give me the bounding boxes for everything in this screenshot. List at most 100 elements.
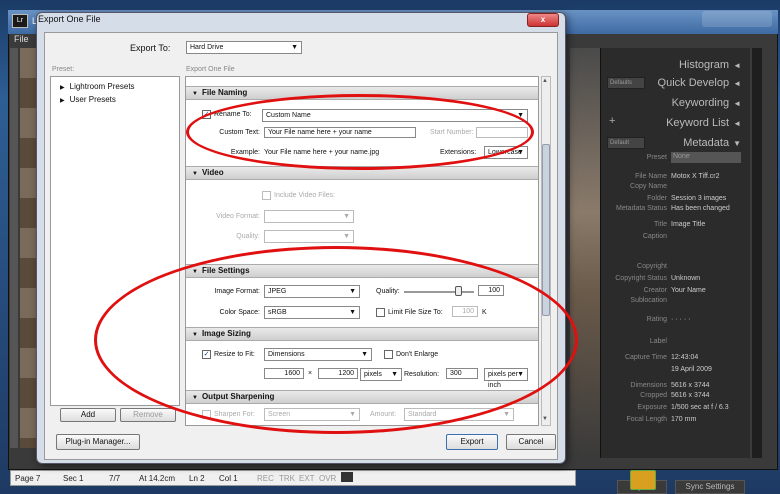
sharpen-for-select[interactable]: Screen ▼ xyxy=(264,408,360,421)
resize-to-fit-select[interactable]: Dimensions ▼ xyxy=(264,348,372,361)
lightroom-menu-file[interactable]: File xyxy=(14,34,29,44)
left-panel-collapsed[interactable] xyxy=(10,48,18,448)
keywording-header[interactable]: Keywording ◄ xyxy=(601,92,751,114)
size-unit-select[interactable]: pixels ▼ xyxy=(360,368,402,381)
color-space-select[interactable]: sRGB ▼ xyxy=(264,306,360,319)
metadata-field-value[interactable]: 1/500 sec at f / 6.3 xyxy=(671,404,729,411)
chevron-down-icon: ▼ xyxy=(349,411,356,418)
include-video-checkbox[interactable] xyxy=(262,191,271,200)
chevron-down-icon: ▼ xyxy=(361,351,368,358)
metadata-header[interactable]: Metadata ▼ xyxy=(601,132,751,154)
collapse-arrow-icon: ◄ xyxy=(733,79,741,88)
metadata-field-value[interactable]: Your Name xyxy=(671,287,706,294)
section-video[interactable]: ▼ Video xyxy=(186,166,538,180)
metadata-field-value[interactable]: 12:43:04 xyxy=(671,354,698,361)
resolution-input[interactable]: 300 xyxy=(446,368,478,379)
keyword-list-label: Keyword List xyxy=(666,117,730,129)
resolution-unit-select[interactable]: pixels per inch ▼ xyxy=(484,368,528,389)
metadata-field-label: Cropped xyxy=(640,392,667,399)
photo-preview-right xyxy=(570,48,600,458)
status-col: Col 1 xyxy=(219,474,238,483)
right-panel-scrollbar[interactable] xyxy=(752,48,762,458)
dont-enlarge-checkbox[interactable] xyxy=(384,350,393,359)
collapse-arrow-icon: ◄ xyxy=(733,99,741,108)
width-input[interactable]: 1600 xyxy=(264,368,304,379)
quality-slider-track[interactable] xyxy=(404,291,474,293)
amount-select[interactable]: Standard ▼ xyxy=(404,408,514,421)
limit-file-size-checkbox[interactable] xyxy=(376,308,385,317)
limit-file-size-input[interactable]: 100 xyxy=(452,306,478,317)
cancel-button[interactable]: Cancel xyxy=(506,434,556,450)
custom-text-input[interactable]: Your File name here + your name xyxy=(264,127,416,138)
window-controls[interactable] xyxy=(702,11,772,27)
image-format-select[interactable]: JPEG ▼ xyxy=(264,285,360,298)
video-format-select[interactable]: ▼ xyxy=(264,210,354,223)
close-icon[interactable]: x xyxy=(527,13,559,27)
start-number-input[interactable] xyxy=(476,127,528,138)
metadata-field-value[interactable]: Has been changed xyxy=(671,205,730,212)
remove-preset-button[interactable]: Remove xyxy=(120,408,176,422)
video-quality-label: Quality: xyxy=(236,233,260,240)
metadata-label: Metadata xyxy=(683,137,730,149)
section-file-settings[interactable]: ▼ File Settings xyxy=(186,264,538,278)
meta-preset-select[interactable]: None xyxy=(671,152,741,163)
status-bar: Page 7 Sec 1 7/7 At 14.2cm Ln 2 Col 1 RE… xyxy=(10,470,576,486)
quality-label: Quality: xyxy=(376,288,400,295)
add-preset-button[interactable]: Add xyxy=(60,408,116,422)
meta-preset-label: Preset xyxy=(646,154,667,161)
status-ovr[interactable]: OVR xyxy=(319,474,336,483)
resize-to-fit-checkbox[interactable]: ✓ xyxy=(202,350,211,359)
tree-item-lightroom-presets[interactable]: ▶ Lightroom Presets xyxy=(60,82,135,91)
video-format-label: Video Format: xyxy=(216,213,260,220)
metadata-field-label: Copyright xyxy=(637,263,667,270)
extensions-select[interactable]: Lowercase ▼ xyxy=(484,146,528,159)
collapse-triangle-icon: ▼ xyxy=(192,91,198,97)
metadata-field-value[interactable]: · · · · · xyxy=(671,316,690,323)
section-output-sharpening[interactable]: ▼ Output Sharpening xyxy=(186,390,538,404)
status-rec[interactable]: REC xyxy=(257,474,274,483)
chevron-down-icon: ▼ xyxy=(291,44,298,51)
rename-to-label: Rename To: xyxy=(214,111,252,118)
resize-to-fit-value: Dimensions xyxy=(268,351,305,358)
quality-slider-thumb[interactable] xyxy=(455,286,462,296)
metadata-field-value[interactable]: Session 3 images xyxy=(671,195,726,202)
metadata-field-value[interactable]: Image Title xyxy=(671,221,705,228)
sharpen-for-checkbox[interactable] xyxy=(202,410,211,419)
keyword-list-header[interactable]: Keyword List ◄ xyxy=(601,112,751,134)
export-to-select[interactable]: Hard Drive ▼ xyxy=(186,41,302,54)
metadata-field-label: Caption xyxy=(642,233,667,240)
metadata-field-value[interactable]: 170 mm xyxy=(671,416,696,423)
metadata-field-value[interactable]: 5616 x 3744 xyxy=(671,382,710,389)
export-button[interactable]: Export xyxy=(446,434,498,450)
collapse-arrow-icon: ◄ xyxy=(733,61,741,70)
chevron-down-icon: ▼ xyxy=(343,233,350,240)
metadata-field-value[interactable]: Unknown xyxy=(671,275,700,282)
include-video-label: Include Video Files: xyxy=(274,192,335,199)
rename-to-select[interactable]: Custom Name ▼ xyxy=(262,109,528,122)
height-input[interactable]: 1200 xyxy=(318,368,358,379)
scroll-down-icon[interactable]: ▼ xyxy=(542,416,548,422)
chevron-down-icon: ▼ xyxy=(349,309,356,316)
section-file-naming[interactable]: ▼ File Naming xyxy=(186,86,538,100)
section-label: Output Sharpening xyxy=(201,392,275,401)
quick-develop-label: Quick Develop xyxy=(657,77,730,89)
section-image-sizing[interactable]: ▼ Image Sizing xyxy=(186,327,538,341)
settings-scrollbar-thumb[interactable] xyxy=(542,144,550,316)
tree-item-user-presets[interactable]: ▶ User Presets xyxy=(60,95,116,104)
rename-to-checkbox[interactable]: ✓ xyxy=(202,110,211,119)
color-space-value: sRGB xyxy=(268,309,287,316)
metadata-field-value[interactable]: 5616 x 3744 xyxy=(671,392,710,399)
video-quality-select[interactable]: ▼ xyxy=(264,230,354,243)
status-ext[interactable]: EXT xyxy=(299,474,315,483)
taskbar-folder-icon[interactable] xyxy=(630,470,656,490)
chevron-down-icon: ▼ xyxy=(517,371,524,378)
quality-input[interactable]: 100 xyxy=(478,285,504,296)
plugin-manager-button[interactable]: Plug-in Manager... xyxy=(56,434,140,450)
scroll-up-icon[interactable]: ▲ xyxy=(542,78,548,84)
quick-develop-header[interactable]: Quick Develop ◄ xyxy=(601,72,751,94)
status-trk[interactable]: TRK xyxy=(279,474,295,483)
status-at: At 14.2cm xyxy=(139,474,176,483)
metadata-field-value[interactable]: Motox X Tiff.cr2 xyxy=(671,173,720,180)
sync-settings-button[interactable]: Sync Settings xyxy=(675,480,745,494)
metadata-field-value[interactable]: 19 April 2009 xyxy=(671,366,712,373)
